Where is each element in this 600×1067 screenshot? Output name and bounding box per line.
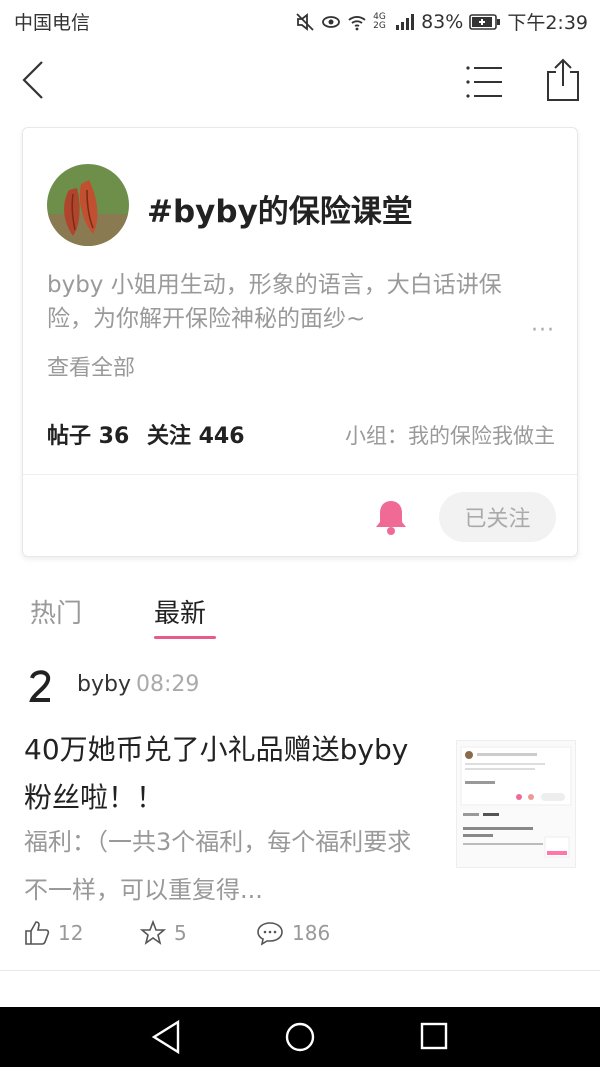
back-icon[interactable] <box>18 58 58 102</box>
carrier-label: 中国电信 <box>14 12 91 34</box>
list-icon[interactable] <box>462 62 506 102</box>
status-right: 4G 2G 83% 下午2:39 <box>295 8 588 35</box>
comment-button[interactable]: 186 <box>256 920 330 946</box>
topic-description: byby 小姐用生动，形象的语言，大白话讲保险，为你解开保险神秘的面纱~ <box>47 272 502 332</box>
status-bar: 中国电信 4G 2G 83% 下午2:39 <box>0 0 600 40</box>
like-count: 12 <box>58 921 84 945</box>
more-icon[interactable]: ··· <box>531 318 555 343</box>
battery-percent: 83% <box>421 10 464 33</box>
nav-recent-apps-icon[interactable] <box>420 1022 448 1050</box>
tab-latest[interactable]: 最新 <box>154 593 206 630</box>
star-icon <box>140 920 166 945</box>
user-avatar[interactable] <box>26 668 56 704</box>
topic-stats: 帖子 36 关注 446 <box>47 418 255 450</box>
wifi-icon <box>348 15 366 30</box>
nav-back-icon[interactable] <box>150 1018 184 1056</box>
bell-icon[interactable] <box>375 498 407 536</box>
post-time: 08:29 <box>136 672 200 697</box>
nav-home-icon[interactable] <box>284 1021 316 1053</box>
tab-hot[interactable]: 热门 <box>30 593 82 630</box>
group-link[interactable]: 小组：我的保险我做主 <box>345 420 555 450</box>
battery-icon <box>469 13 501 30</box>
follow-button[interactable]: 已关注 <box>439 492 556 542</box>
comment-count: 186 <box>292 921 331 945</box>
posts-count: 帖子 36 <box>47 424 130 449</box>
post-excerpt[interactable]: 福利：（一共3个福利，每个福利要求不一样，可以重复得... <box>24 818 429 914</box>
active-tab-indicator <box>154 636 216 639</box>
like-button[interactable]: 12 <box>24 920 83 946</box>
post-title[interactable]: 40万她币兑了小礼品赠送byby粉丝啦！！ <box>24 726 424 822</box>
favorite-count: 5 <box>174 921 187 945</box>
post-thumbnail[interactable] <box>456 740 576 868</box>
post-username[interactable]: byby <box>77 672 131 697</box>
topic-title: #byby的保险课堂 <box>147 194 413 230</box>
divider <box>0 970 600 971</box>
topic-card: #byby的保险课堂 byby 小姐用生动，形象的语言，大白话讲保险，为你解开保… <box>22 127 578 557</box>
mute-icon <box>296 12 314 31</box>
signal-icon <box>396 13 415 30</box>
eye-icon <box>322 15 340 28</box>
favorite-button[interactable]: 5 <box>140 920 187 946</box>
comment-icon <box>257 922 283 946</box>
clock: 下午2:39 <box>507 12 588 34</box>
share-icon[interactable] <box>544 58 582 102</box>
thumbs-up-icon <box>25 921 50 945</box>
network-label: 4G 2G <box>373 11 386 31</box>
see-all-link[interactable]: 查看全部 <box>47 350 135 382</box>
followers-count: 关注 446 <box>146 424 245 449</box>
divider <box>23 474 577 475</box>
topic-avatar <box>47 164 129 246</box>
